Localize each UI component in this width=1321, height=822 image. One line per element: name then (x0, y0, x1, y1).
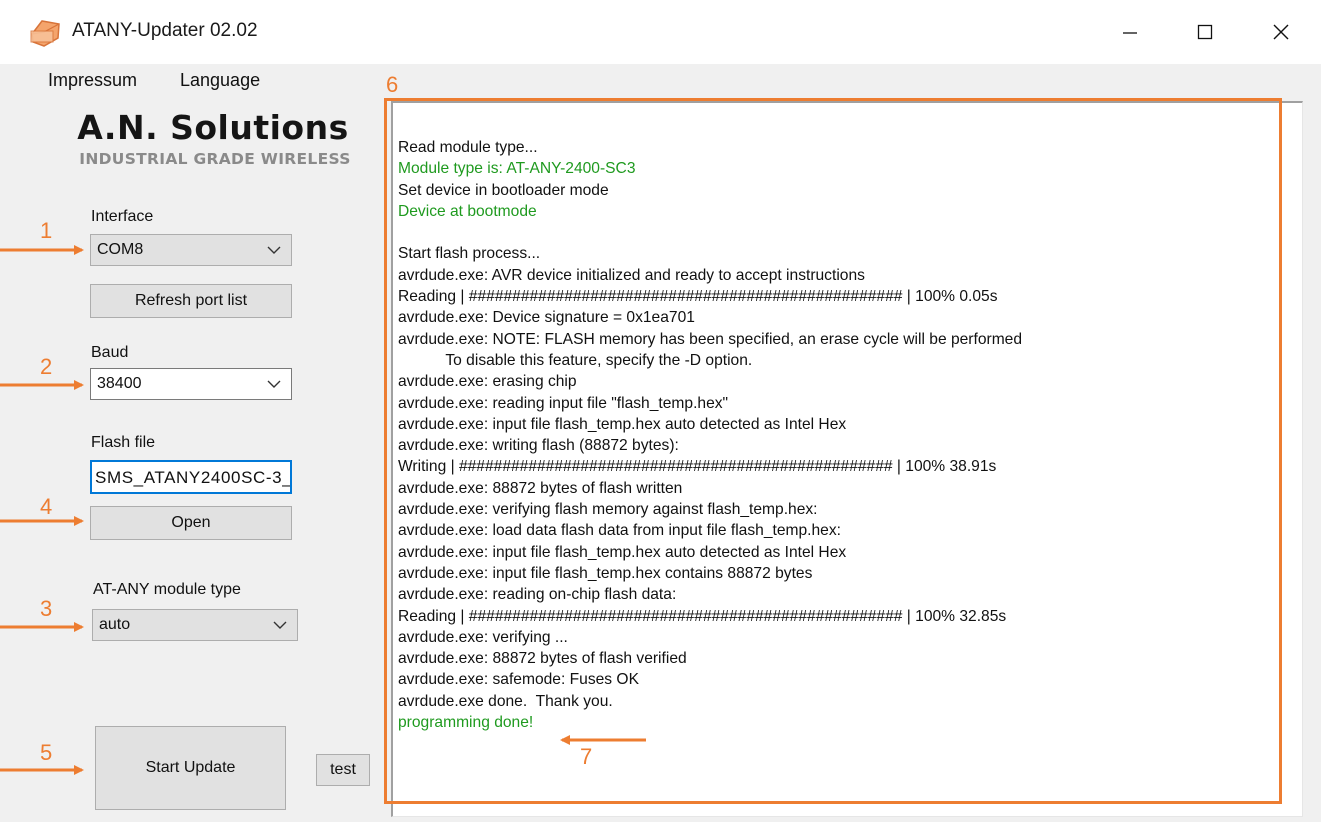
annotation-number-2: 2 (40, 354, 53, 379)
annotation-number-6: 6 (386, 72, 399, 97)
open-button[interactable]: Open (90, 506, 292, 540)
start-update-button[interactable]: Start Update (95, 726, 286, 810)
flash-file-label: Flash file (91, 434, 156, 451)
test-button[interactable]: test (316, 754, 370, 786)
baud-select[interactable]: 38400 (90, 368, 292, 400)
refresh-port-list-button[interactable]: Refresh port list (90, 284, 292, 318)
baud-label: Baud (91, 344, 129, 361)
interface-value: COM8 (97, 241, 144, 258)
chevron-down-icon (273, 621, 287, 629)
annotation-number-1: 1 (40, 218, 53, 243)
menu-impressum[interactable]: Impressum (48, 70, 137, 91)
maximize-button[interactable] (1165, 0, 1245, 64)
annotation-frame-log (384, 98, 1282, 804)
annotation-number-4: 4 (40, 494, 53, 519)
interface-select[interactable]: COM8 (90, 234, 292, 266)
title-bar: ATANY-Updater 02.02 (0, 0, 1321, 64)
module-type-value: auto (99, 616, 131, 633)
maximize-icon (1197, 24, 1213, 40)
close-button[interactable] (1241, 0, 1321, 64)
annotation-number-7: 7 (580, 744, 593, 769)
app-window: ATANY-Updater 02.02 Impressum Language A… (0, 0, 1321, 822)
brand-name: A.N. Solutions (77, 108, 349, 147)
window-title: ATANY-Updater 02.02 (72, 20, 258, 41)
module-type-label: AT-ANY module type (93, 581, 241, 598)
module-type-select[interactable]: auto (92, 609, 298, 641)
minimize-button[interactable] (1090, 0, 1170, 64)
interface-label: Interface (91, 208, 154, 225)
menu-language[interactable]: Language (180, 70, 260, 91)
baud-value: 38400 (97, 375, 142, 392)
minimize-icon (1123, 32, 1137, 34)
flash-file-input[interactable]: SMS_ATANY2400SC-3_ (90, 460, 292, 494)
chevron-down-icon (267, 380, 281, 388)
annotation-number-5: 5 (40, 740, 53, 765)
app-logo-icon (30, 20, 60, 47)
annotation-number-3: 3 (40, 596, 53, 621)
chevron-down-icon (267, 246, 281, 254)
flash-file-value: SMS_ATANY2400SC-3_ (95, 468, 292, 487)
brand-tagline: INDUSTRIAL GRADE WIRELESS (79, 150, 351, 168)
close-icon (1273, 24, 1289, 40)
